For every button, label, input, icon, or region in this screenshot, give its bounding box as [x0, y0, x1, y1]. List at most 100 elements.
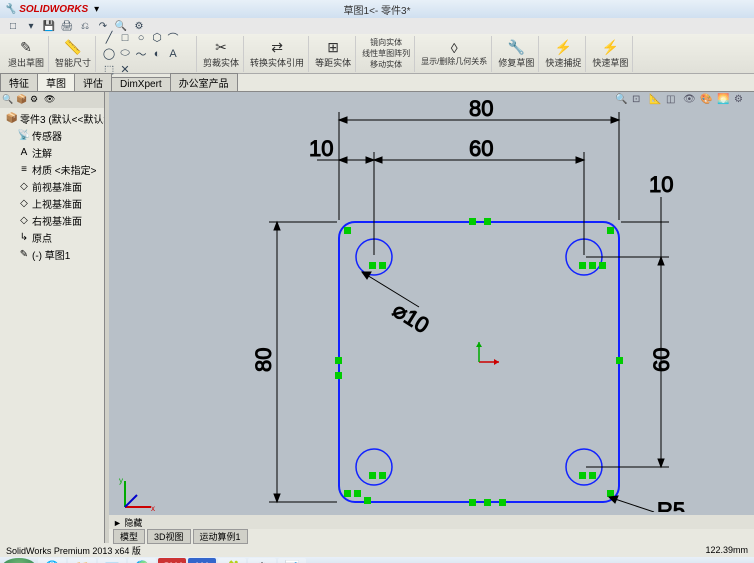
tree-root[interactable]: 📦零件3 (默认<<默认>_显示状态 [2, 110, 102, 127]
polygon-tool-icon[interactable]: ⬡ [150, 31, 164, 45]
part-icon: 📦 [6, 113, 18, 125]
qat-dropdown-icon[interactable]: ▾ [94, 4, 99, 15]
material-icon: ≡ [18, 164, 30, 176]
tab-office[interactable]: 办公室产品 [170, 73, 238, 91]
view-toolbar: 🔍 ⊡ 📐 ◫ 👁 🎨 🌅 ⚙ [615, 94, 748, 108]
tree-filter-icon[interactable]: 🔍 [2, 94, 14, 106]
snap-button[interactable]: ⚡快速捕捉 [541, 36, 586, 72]
dim-radius: R5 [657, 498, 685, 512]
bottom-tab-motion[interactable]: 运动算例1 [193, 529, 248, 544]
convert-icon: ⇄ [271, 39, 283, 56]
dimension-lines[interactable]: 80 60 10 10 60 8 [251, 96, 685, 512]
trim-button[interactable]: ✂剪裁实体 [199, 36, 244, 72]
line-tool-icon[interactable]: ╱ [102, 31, 116, 45]
ellipse-tool-icon[interactable]: ◯ [102, 47, 116, 61]
fillet-tool-icon[interactable]: ◐ [150, 47, 164, 61]
scene-icon[interactable]: 🌅 [717, 94, 731, 108]
tree-annotations[interactable]: A注解 [14, 144, 102, 161]
appearance-icon[interactable]: 🎨 [700, 94, 714, 108]
taskbar-solidworks[interactable]: SW [158, 558, 186, 563]
view-triad: x y [117, 475, 157, 515]
dim-80-top: 80 [469, 96, 493, 121]
sketch-origin-marker [476, 342, 499, 365]
taskbar-ie[interactable]: 🌐 [38, 558, 66, 563]
view-orient-icon[interactable]: 📐 [649, 94, 663, 108]
tree-front-plane[interactable]: ◇前视基准面 [14, 178, 102, 195]
snap-icon: ⚡ [555, 39, 572, 56]
exit-sketch-icon: ✎ [20, 39, 32, 56]
convert-button[interactable]: ⇄转换实体引用 [246, 36, 309, 72]
status-bar: 模型 3D视图 运动算例1 [109, 529, 754, 543]
dim-60-right: 60 [649, 348, 674, 372]
taskbar-mail[interactable]: 📧 [98, 558, 126, 563]
zoom-fit-icon[interactable]: 🔍 [615, 94, 629, 108]
circle-tool-icon[interactable]: ○ [134, 31, 148, 45]
tree-display-icon[interactable]: 👁 [44, 94, 56, 106]
tree-sketch1[interactable]: ✎(-) 草图1 [14, 246, 102, 263]
feature-tree[interactable]: 📦零件3 (默认<<默认>_显示状态 📡传感器 A注解 ≡材质 <未指定> ◇前… [0, 108, 104, 543]
arc-tool-icon[interactable]: ⌒ [166, 31, 180, 45]
slot-tool-icon[interactable]: ⬭ [118, 47, 132, 61]
offset-icon: ⊞ [327, 39, 339, 56]
hide-show-icon[interactable]: 👁 [683, 94, 697, 108]
status-version: SolidWorks Premium 2013 x64 版 [6, 544, 141, 557]
save-icon[interactable]: 💾 [42, 19, 56, 33]
tab-sketch[interactable]: 草图 [37, 73, 75, 91]
open-icon[interactable]: ▾ [24, 19, 38, 33]
annotation-icon: A [18, 147, 30, 159]
smart-dimension-button[interactable]: 📏智能尺寸 [51, 36, 96, 72]
dim-diameter: ⌀10 [388, 297, 433, 338]
exit-sketch-button[interactable]: ✎退出草图 [4, 36, 49, 72]
taskbar-app3[interactable]: 📊 [278, 558, 306, 563]
tree-config-icon[interactable]: ⚙ [30, 94, 42, 106]
status-coords: 122.39mm [705, 545, 748, 555]
app-logo: 🔧 SOLIDWORKS [4, 4, 88, 15]
text-tool-icon[interactable]: A [166, 47, 180, 61]
bottom-msg[interactable]: ► 隐藏 [113, 516, 142, 529]
graphics-viewport[interactable]: 🔍 ⊡ 📐 ◫ 👁 🎨 🌅 ⚙ [109, 92, 754, 543]
offset-button[interactable]: ⊞等距实体 [311, 36, 356, 72]
taskbar-app1[interactable]: 🧩 [218, 558, 246, 563]
mirror-pattern-group[interactable]: 镜向实体线性草图阵列移动实体 [358, 36, 415, 72]
tree-sensors[interactable]: 📡传感器 [14, 127, 102, 144]
tree-right-plane[interactable]: ◇右视基准面 [14, 212, 102, 229]
tree-origin[interactable]: ↳原点 [14, 229, 102, 246]
dimension-icon: 📏 [64, 39, 81, 56]
undo-icon[interactable]: ⎌ [78, 19, 92, 33]
start-button[interactable] [2, 558, 36, 563]
tree-top-plane[interactable]: ◇上视基准面 [14, 195, 102, 212]
tree-material[interactable]: ≡材质 <未指定> [14, 161, 102, 178]
tab-dimxpert[interactable]: DimXpert [111, 77, 171, 91]
display-style-icon[interactable]: ◫ [666, 94, 680, 108]
repair-button[interactable]: 🔧修复草图 [494, 36, 539, 72]
tab-features[interactable]: 特征 [0, 73, 38, 91]
sketch-canvas[interactable]: 80 60 10 10 60 8 [109, 92, 749, 512]
tab-evaluate[interactable]: 评估 [74, 73, 112, 91]
relations-button[interactable]: ◊显示/删除几何关系 [417, 36, 492, 72]
command-tabs: 特征 草图 评估 DimXpert 办公室产品 [0, 74, 754, 92]
taskbar-browser[interactable]: 🌍 [128, 558, 156, 563]
view-settings-icon[interactable]: ⚙ [734, 94, 748, 108]
rect-tool-icon[interactable]: □ [118, 31, 132, 45]
taskbar-explorer[interactable]: 📁 [68, 558, 96, 563]
rapid-button[interactable]: ⚡快速草图 [588, 36, 633, 72]
sketch-hole-bl[interactable] [356, 449, 392, 485]
plane-icon: ◇ [18, 181, 30, 193]
zoom-area-icon[interactable]: ⊡ [632, 94, 646, 108]
spline-tool-icon[interactable]: ～ [134, 47, 148, 61]
new-icon[interactable]: □ [6, 19, 20, 33]
taskbar-word[interactable]: W [188, 558, 216, 563]
plane-icon: ◇ [18, 198, 30, 210]
ribbon-toolbar: ✎退出草图 📏智能尺寸 ╱ □ ○ ⬡ ⌒ ◯ ⬭ ～ ◐ A ⬚ ✕ ✂剪裁实… [0, 34, 754, 74]
repair-icon: 🔧 [508, 39, 525, 56]
point-tool-icon[interactable]: ✕ [118, 63, 132, 77]
bottom-tab-3d[interactable]: 3D视图 [147, 529, 191, 544]
tree-part-icon[interactable]: 📦 [16, 94, 28, 106]
bottom-tab-model[interactable]: 模型 [113, 529, 145, 544]
sketch-icon: ✎ [18, 249, 30, 261]
dim-80-left: 80 [251, 348, 276, 372]
rapid-icon: ⚡ [602, 39, 619, 56]
taskbar-app2[interactable]: ⚙ [248, 558, 276, 563]
print-icon[interactable]: 🖨 [60, 19, 74, 33]
title-bar: 🔧 SOLIDWORKS ▾ 草图1<- 零件3* [0, 0, 754, 18]
